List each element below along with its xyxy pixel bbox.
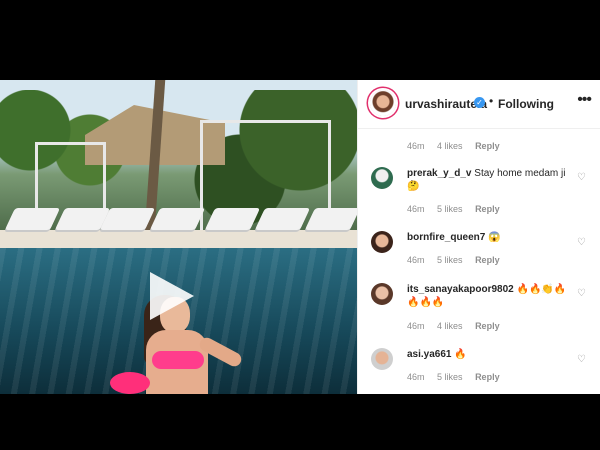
following-button[interactable]: Following	[498, 97, 554, 111]
comment-body: 😱	[488, 232, 501, 243]
comments-list: 46m 4 likes Reply prerak_y_d_v Stay home…	[358, 129, 600, 394]
post-header: urvashirautela ✓ • Following •••	[358, 80, 600, 129]
reply-button[interactable]: Reply	[475, 372, 500, 382]
reply-button[interactable]: Reply	[475, 141, 500, 151]
comment-likes[interactable]: 4 likes	[437, 141, 463, 151]
verified-badge-icon: ✓	[474, 97, 485, 108]
comment-time: 46m	[407, 372, 425, 382]
like-heart-icon[interactable]: ♡	[577, 237, 586, 248]
comment-meta: 46m 5 likes Reply	[407, 204, 510, 214]
sun-lounger	[304, 208, 357, 230]
separator-dot: •	[489, 94, 494, 108]
post-video[interactable]	[0, 80, 357, 394]
like-heart-icon[interactable]: ♡	[577, 288, 586, 299]
comment-meta: 46m 4 likes Reply	[407, 321, 510, 331]
comment-username[interactable]: its_sanayakapoor9802	[407, 284, 514, 295]
comment-meta: 46m 5 likes Reply	[407, 372, 510, 382]
comment-time: 46m	[407, 204, 425, 214]
pool-deck	[0, 230, 357, 250]
comment-username[interactable]: bornfire_queen7	[407, 232, 485, 243]
comment-time: 46m	[407, 321, 425, 331]
comment-body: 🔥	[454, 349, 467, 360]
comment-item: its_sanayakapoor9802 🔥🔥👏🔥🔥🔥🔥 46m 4 likes…	[358, 283, 600, 333]
commenter-avatar[interactable]	[371, 231, 393, 253]
comment-text: its_sanayakapoor9802 🔥🔥👏🔥🔥🔥🔥	[407, 283, 577, 309]
comment-text: bornfire_queen7 😱	[407, 231, 577, 244]
comment-item: prerak_y_d_v Stay home medam ji🤔 46m 5 l…	[358, 167, 600, 217]
comment-text: prerak_y_d_v Stay home medam ji🤔	[407, 167, 577, 193]
commenter-avatar[interactable]	[371, 167, 393, 189]
like-heart-icon[interactable]: ♡	[577, 172, 586, 183]
comment-item: bornfire_queen7 😱 46m 5 likes Reply ♡	[358, 231, 600, 271]
reply-button[interactable]: Reply	[475, 255, 500, 265]
comment-username[interactable]: asi.ya661	[407, 349, 452, 360]
commenter-avatar[interactable]	[371, 283, 393, 305]
reply-button[interactable]: Reply	[475, 321, 500, 331]
comment-text: asi.ya661 🔥	[407, 348, 577, 361]
comment-time: 46m	[407, 255, 425, 265]
instagram-post: urvashirautela ✓ • Following ••• 46m 4 l…	[0, 80, 600, 394]
comment-item: 46m 4 likes Reply	[358, 129, 600, 157]
commenter-avatar[interactable]	[371, 348, 393, 370]
comment-likes[interactable]: 5 likes	[437, 204, 463, 214]
comment-meta: 46m 5 likes Reply	[407, 255, 510, 265]
comment-username[interactable]: prerak_y_d_v	[407, 168, 472, 179]
play-icon[interactable]	[150, 272, 194, 320]
comments-panel: urvashirautela ✓ • Following ••• 46m 4 l…	[357, 80, 600, 394]
comment-likes[interactable]: 4 likes	[437, 321, 463, 331]
comment-time: 46m	[407, 141, 425, 151]
comment-meta: 46m 4 likes Reply	[407, 141, 510, 151]
comment-item: asi.ya661 🔥 46m 5 likes Reply ♡	[358, 348, 600, 388]
more-options-icon[interactable]: •••	[577, 91, 592, 109]
like-heart-icon[interactable]: ♡	[577, 354, 586, 365]
reply-button[interactable]: Reply	[475, 204, 500, 214]
avatar[interactable]	[370, 90, 396, 116]
pink-float	[110, 372, 150, 394]
comment-likes[interactable]: 5 likes	[437, 372, 463, 382]
comment-likes[interactable]: 5 likes	[437, 255, 463, 265]
